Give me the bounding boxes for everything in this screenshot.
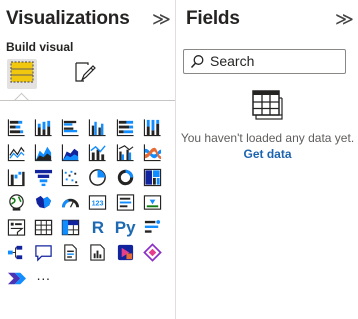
line-and-stacked-column-chart-icon[interactable] <box>88 142 108 162</box>
map-icon[interactable] <box>6 193 26 213</box>
key-influencers-icon[interactable] <box>143 218 163 238</box>
clustered-bar-chart-icon[interactable] <box>61 117 81 137</box>
get-data-link[interactable]: Get data <box>243 147 291 161</box>
fields-search-input[interactable]: Search <box>183 49 346 74</box>
scatter-chart-icon[interactable] <box>61 167 81 187</box>
kpi-icon[interactable] <box>143 193 163 213</box>
paginated-report-icon[interactable] <box>88 243 108 263</box>
visual-gallery: 123 R Py ··· <box>6 117 174 293</box>
power-apps-icon[interactable] <box>115 243 135 263</box>
empty-message-text: You haven't loaded any data yet. <box>180 131 355 145</box>
search-placeholder: Search <box>210 53 255 69</box>
python-visual-icon[interactable]: Py <box>115 218 136 238</box>
more-visuals-icon[interactable]: ··· <box>33 268 53 288</box>
funnel-chart-icon[interactable] <box>33 167 53 187</box>
line-and-clustered-column-chart-icon[interactable] <box>115 142 135 162</box>
donut-chart-icon[interactable] <box>115 167 135 187</box>
search-icon <box>190 54 205 74</box>
card-icon[interactable]: 123 <box>88 193 108 213</box>
area-chart-icon[interactable] <box>33 142 53 162</box>
build-visual-button[interactable] <box>7 59 37 89</box>
format-visual-icon <box>73 60 97 89</box>
table-icon[interactable] <box>33 218 53 238</box>
power-automate-icon[interactable] <box>143 243 163 263</box>
ribbon-chart-icon[interactable] <box>143 142 163 162</box>
100-stacked-column-chart-icon[interactable] <box>143 117 163 137</box>
line-chart-icon[interactable] <box>6 142 26 162</box>
visual-row: R Py <box>6 218 174 243</box>
fields-pane: Fields ≫ Search You haven't loaded any d… <box>177 0 358 319</box>
stacked-area-chart-icon[interactable] <box>61 142 81 162</box>
pie-chart-icon[interactable] <box>88 167 108 187</box>
matrix-icon[interactable] <box>61 218 81 238</box>
stacked-column-chart-icon[interactable] <box>33 117 53 137</box>
slicer-icon[interactable] <box>6 218 26 238</box>
visual-row <box>6 117 174 142</box>
multi-row-card-icon[interactable] <box>115 193 135 213</box>
visualizations-title: Visualizations <box>6 8 130 29</box>
power-automate-flow-icon[interactable] <box>6 268 26 288</box>
waterfall-chart-icon[interactable] <box>6 167 26 187</box>
divider <box>0 100 175 101</box>
data-table-icon <box>250 88 284 127</box>
stacked-bar-chart-icon[interactable] <box>6 117 26 137</box>
build-visual-label: Build visual <box>6 40 74 54</box>
visual-row: ··· <box>6 268 174 293</box>
filled-map-icon[interactable] <box>33 193 53 213</box>
visualizations-pane: Visualizations ≫ Build visual 123 R Py ··· <box>0 0 176 319</box>
visual-row: 123 <box>6 193 174 218</box>
smart-narrative-icon[interactable] <box>61 243 81 263</box>
visual-row <box>6 142 174 167</box>
svg-text:123: 123 <box>92 199 104 207</box>
visual-row <box>6 167 174 192</box>
empty-fields-message: You haven't loaded any data yet. Get dat… <box>177 131 358 162</box>
visual-row <box>6 243 174 268</box>
treemap-icon[interactable] <box>143 167 163 187</box>
qa-icon[interactable] <box>33 243 53 263</box>
fields-title: Fields <box>186 8 240 29</box>
build-visual-icon <box>10 60 34 88</box>
format-visual-button[interactable] <box>70 59 100 89</box>
100-stacked-bar-chart-icon[interactable] <box>115 117 135 137</box>
r-script-visual-icon[interactable]: R <box>88 218 108 238</box>
collapse-fields-icon[interactable]: ≫ <box>335 9 354 29</box>
clustered-column-chart-icon[interactable] <box>88 117 108 137</box>
collapse-visualizations-icon[interactable]: ≫ <box>152 9 171 29</box>
gauge-icon[interactable] <box>61 193 81 213</box>
decomposition-tree-icon[interactable] <box>6 243 26 263</box>
